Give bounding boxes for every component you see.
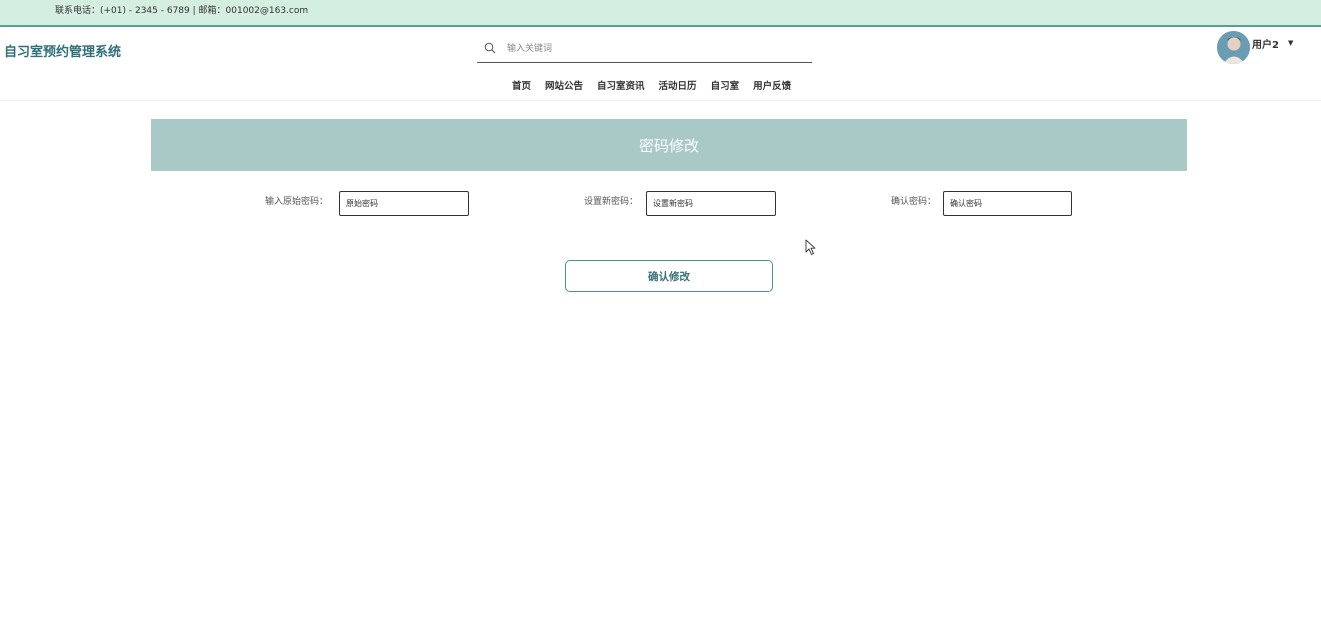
site-header: 自习室预约管理系统 用户2 ▼ 首页 网站公告 自习室资讯 活动日历 自习室 用…: [0, 27, 1321, 101]
confirm-change-button[interactable]: 确认修改: [565, 260, 773, 292]
user-menu[interactable]: 用户2 ▼: [1217, 30, 1293, 64]
nav-item-study-rooms[interactable]: 自习室: [711, 78, 740, 92]
old-password-label: 输入原始密码：: [265, 197, 329, 207]
nav-item-home[interactable]: 首页: [512, 78, 531, 92]
search-bar: [477, 38, 812, 63]
site-title[interactable]: 自习室预约管理系统: [4, 41, 121, 60]
mouse-cursor-icon: [805, 239, 816, 255]
confirm-password-field[interactable]: [943, 191, 1072, 216]
nav-item-calendar[interactable]: 活动日历: [659, 78, 697, 92]
page-title: 密码修改: [638, 136, 699, 155]
search-icon[interactable]: [484, 42, 496, 54]
page-title-banner: 密码修改: [151, 119, 1187, 171]
nav-item-feedback[interactable]: 用户反馈: [753, 78, 791, 92]
contact-bar: 联系电话：(+01) - 2345 - 6789 | 邮箱：001002@163…: [0, 0, 1321, 27]
chevron-down-icon[interactable]: ▼: [1288, 39, 1293, 47]
main-nav: 首页 网站公告 自习室资讯 活动日历 自习室 用户反馈: [512, 78, 791, 92]
nav-item-announcements[interactable]: 网站公告: [545, 78, 583, 92]
confirm-password-label: 确认密码：: [891, 197, 937, 207]
search-input[interactable]: [507, 41, 797, 57]
new-password-field[interactable]: [646, 191, 776, 216]
user-name[interactable]: 用户2: [1252, 36, 1279, 51]
new-password-label: 设置新密码：: [584, 197, 639, 207]
nav-item-news[interactable]: 自习室资讯: [597, 78, 645, 92]
avatar[interactable]: [1217, 30, 1250, 64]
contact-info: 联系电话：(+01) - 2345 - 6789 | 邮箱：001002@163…: [55, 6, 309, 16]
old-password-field[interactable]: [339, 191, 469, 216]
